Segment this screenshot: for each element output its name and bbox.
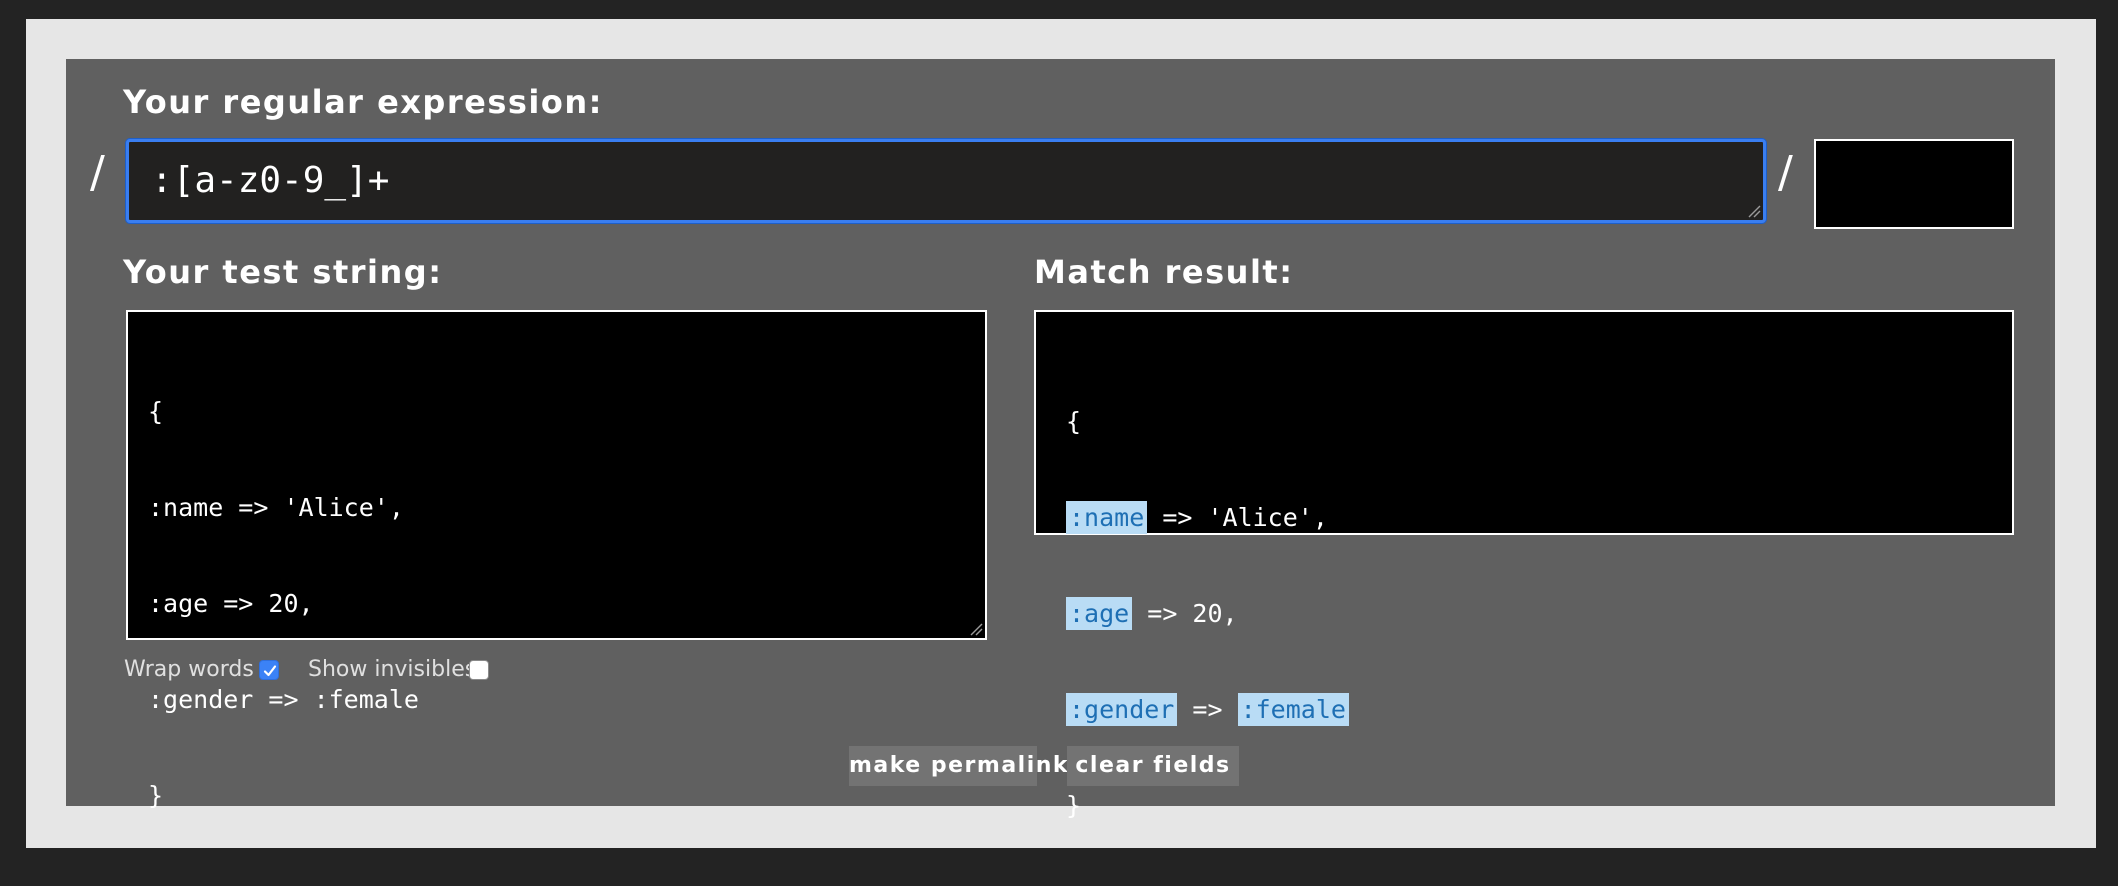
result-line: :gender => :female: [1066, 693, 1349, 726]
result-text: => 'Alice',: [1147, 503, 1328, 532]
clear-fields-button[interactable]: clear fields: [1067, 746, 1239, 786]
regex-flags-input[interactable]: [1814, 139, 2014, 229]
test-line: {: [148, 397, 164, 426]
regex-heading: Your regular expression:: [123, 83, 603, 121]
regex-left-delimiter: /: [90, 147, 105, 198]
regex-input[interactable]: :[a-z0-9_]+: [126, 139, 1766, 223]
match-result-text: { :name => 'Alice', :age => 20, :gender …: [1066, 342, 1349, 886]
make-permalink-button[interactable]: make permalink: [849, 746, 1068, 786]
wrap-words-label[interactable]: Wrap words: [124, 657, 254, 682]
match-highlight: :age: [1066, 597, 1133, 630]
test-line: :age => 20,: [148, 589, 314, 618]
resize-grip-icon[interactable]: [969, 622, 983, 636]
page-frame: Your regular expression: / :[a-z0-9_]+ /…: [26, 19, 2096, 848]
result-line: }: [1066, 791, 1082, 820]
test-line: :name => 'Alice',: [148, 493, 404, 522]
result-line: {: [1066, 407, 1082, 436]
result-text: => 20,: [1132, 599, 1238, 628]
match-result-heading: Match result:: [1034, 253, 1294, 291]
match-result-output: { :name => 'Alice', :age => 20, :gender …: [1034, 310, 2014, 820]
main-panel: Your regular expression: / :[a-z0-9_]+ /…: [66, 59, 2055, 820]
show-invisibles-checkbox[interactable]: [469, 660, 489, 680]
test-string-input[interactable]: { :name => 'Alice', :age => 20, :gender …: [126, 310, 987, 810]
match-highlight: :gender: [1066, 693, 1178, 726]
test-line: }: [148, 781, 164, 810]
wrap-words-checkbox[interactable]: [259, 660, 279, 680]
checkmark-icon: [263, 665, 277, 677]
result-line: :age => 20,: [1066, 597, 1349, 630]
resize-grip-icon[interactable]: [1747, 204, 1761, 218]
test-string-text: { :name => 'Alice', :age => 20, :gender …: [148, 332, 419, 876]
result-text: =>: [1177, 695, 1238, 724]
regex-input-value: :[a-z0-9_]+: [151, 160, 390, 201]
result-line: :name => 'Alice',: [1066, 501, 1349, 534]
test-string-heading: Your test string:: [123, 253, 443, 291]
match-highlight: :female: [1237, 693, 1349, 726]
show-invisibles-label[interactable]: Show invisibles: [308, 657, 476, 682]
test-line: :gender => :female: [148, 685, 419, 714]
match-highlight: :name: [1066, 501, 1148, 534]
regex-right-delimiter: /: [1778, 147, 1793, 198]
